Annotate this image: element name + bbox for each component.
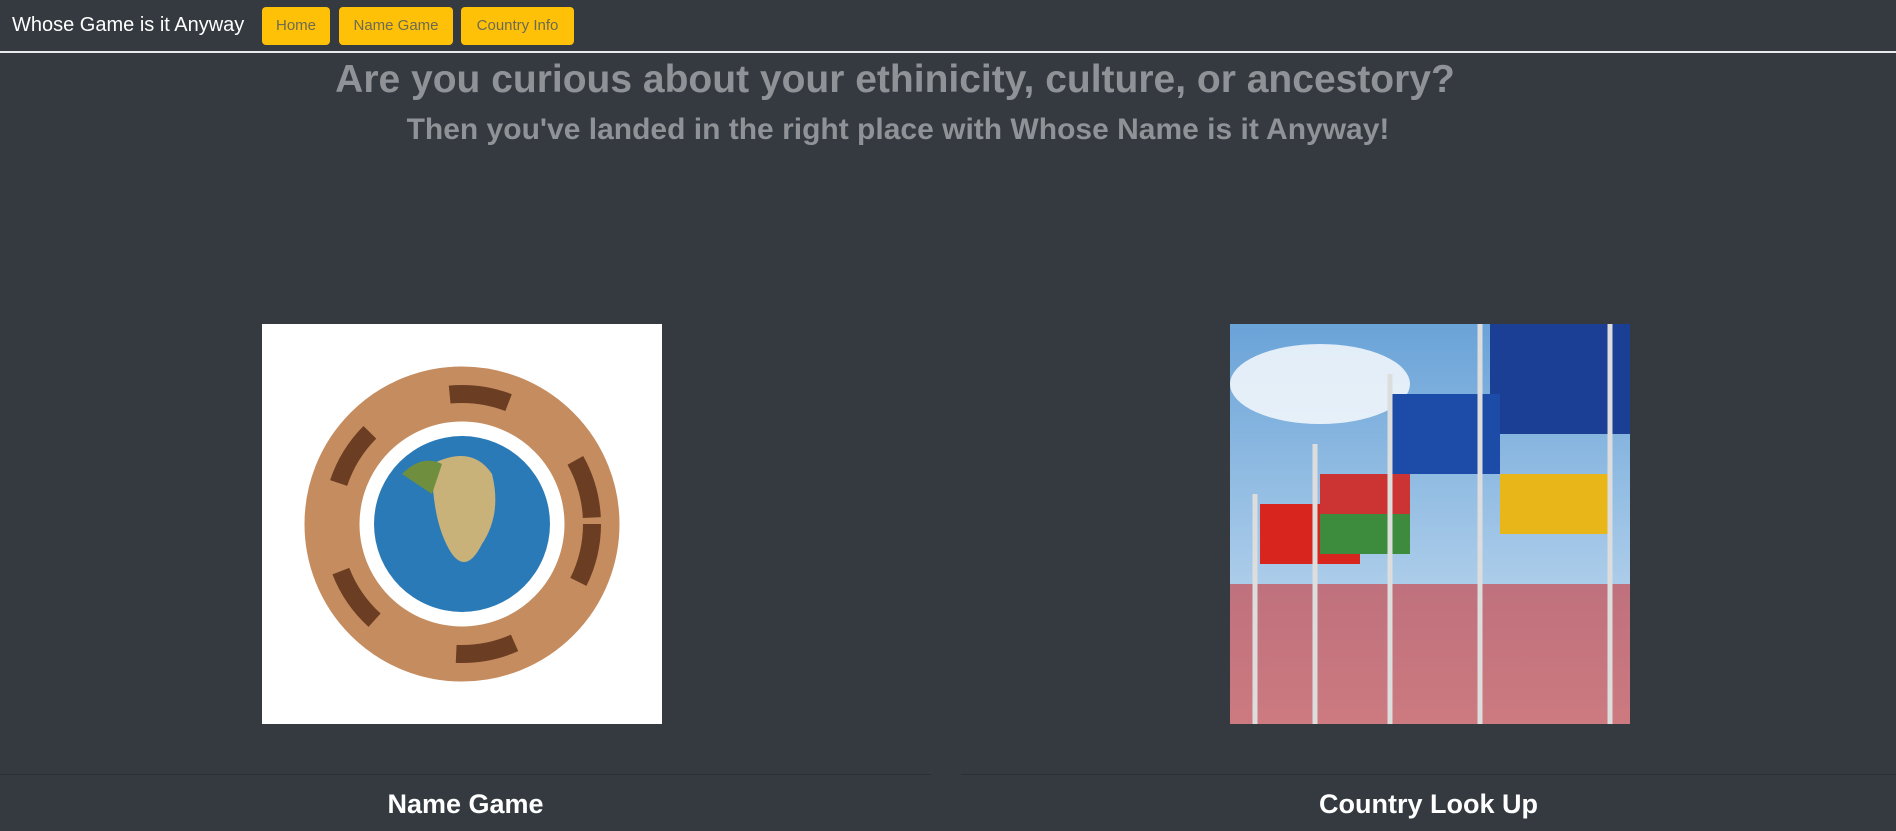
brand[interactable]: Whose Game is it Anyway	[12, 14, 244, 37]
nav-home-button[interactable]: Home	[262, 7, 330, 45]
hero-title: Are you curious about your ethinicity, c…	[335, 58, 1455, 101]
country-lookup-card[interactable]: Country Look Up	[961, 774, 1896, 831]
cloud	[1230, 344, 1410, 424]
card-title: Country Look Up	[1319, 789, 1538, 819]
flag-spain	[1500, 474, 1610, 534]
globe-hands-image[interactable]	[262, 324, 662, 724]
flag-cuba	[1390, 394, 1500, 474]
world-flags-image[interactable]	[1230, 324, 1630, 724]
flag-hungary	[1320, 474, 1410, 514]
navbar: Whose Game is it Anyway Home Name Game C…	[0, 0, 1896, 53]
hero-subtitle: Then you've landed in the right place wi…	[406, 113, 1390, 146]
nav-name-game-button[interactable]: Name Game	[339, 7, 453, 45]
nav-country-info-button[interactable]: Country Info	[461, 7, 574, 45]
card-title: Name Game	[387, 789, 544, 819]
flag-hungary-green	[1320, 514, 1410, 554]
name-game-card[interactable]: Name Game	[0, 774, 931, 831]
flags-cluster	[1230, 584, 1630, 724]
